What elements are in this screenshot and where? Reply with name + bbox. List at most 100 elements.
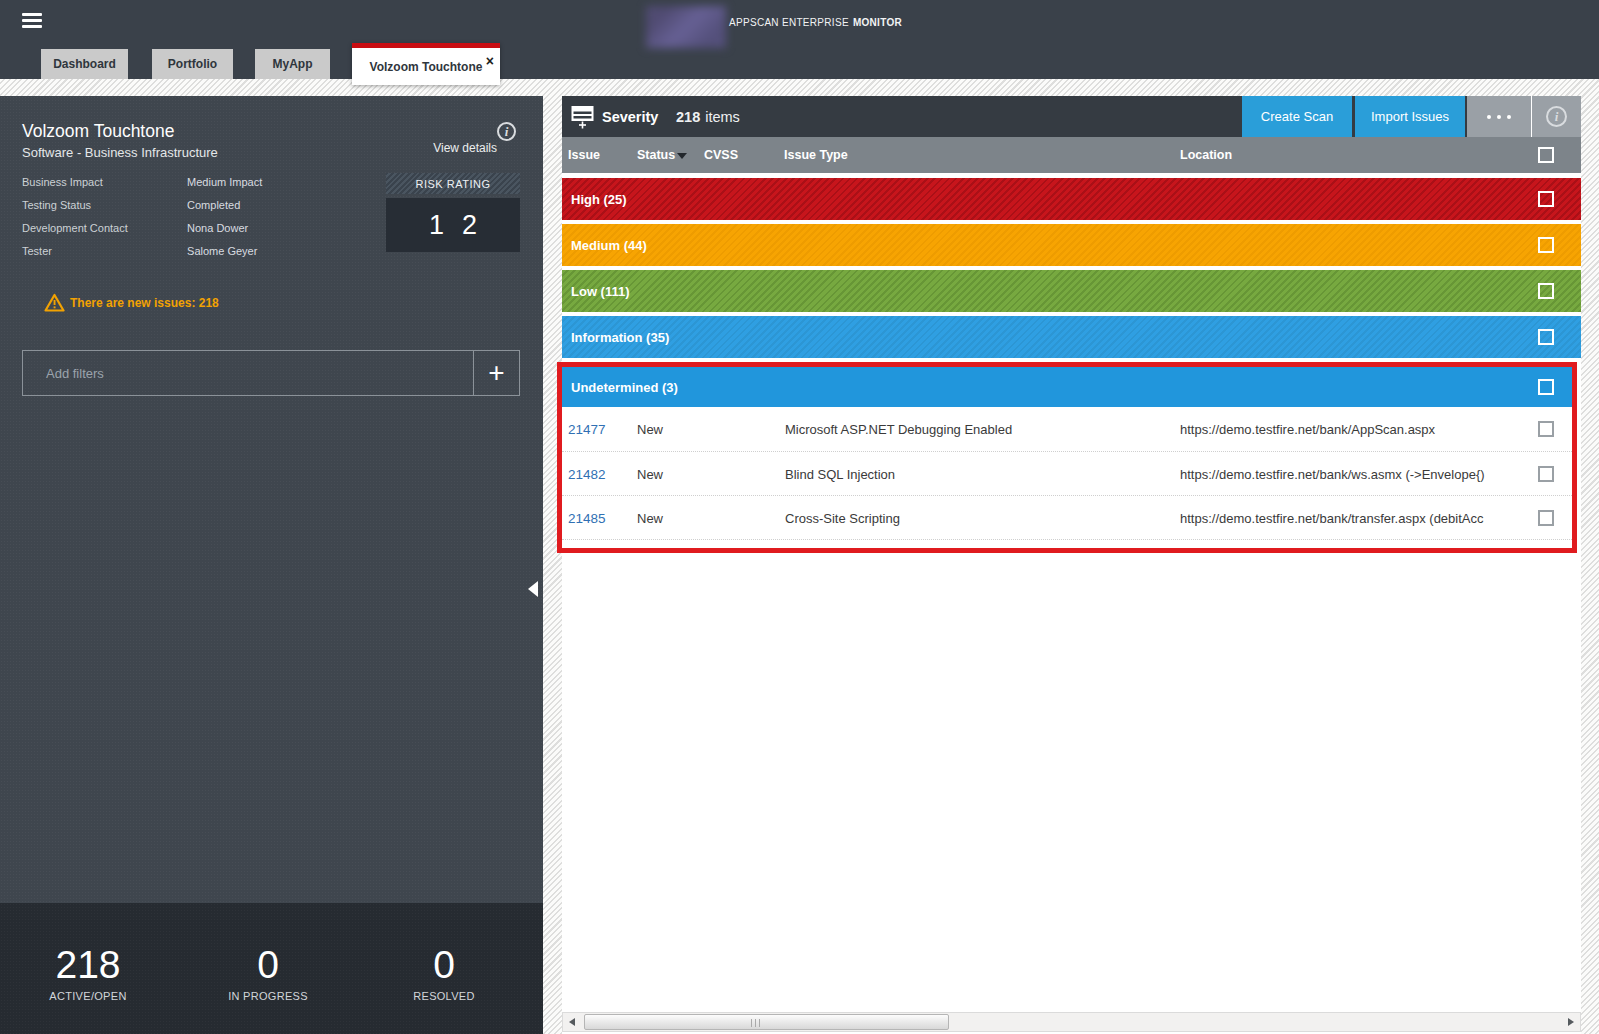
group-label: Low (111) [571,270,630,312]
severity-group-information[interactable]: Information (35) [562,316,1581,358]
issues-panel: Severity 218 items Create Scan Import Is… [562,96,1581,1034]
group-checkbox[interactable] [1538,191,1554,207]
field-row: Testing Status Completed [22,199,262,222]
issue-type: Cross-Site Scripting [785,496,900,540]
warning-text: There are new issues: 218 [70,296,219,310]
tab-volzoom-touchtone[interactable]: Volzoom Touchtone × [352,43,500,85]
issue-stats: 218 ACTIVE/OPEN 0 IN PROGRESS 0 RESOLVED [0,903,543,1034]
stat-resolved: 0 RESOLVED [359,945,529,1002]
issue-status: New [637,452,663,496]
group-checkbox[interactable] [1538,283,1554,299]
issue-id-link[interactable]: 21485 [568,496,606,540]
horizontal-scrollbar[interactable] [562,1012,1581,1032]
scrollbar-thumb[interactable] [584,1014,949,1030]
issues-toolbar: Severity 218 items Create Scan Import Is… [562,96,1581,137]
stat-label: IN PROGRESS [183,990,353,1002]
risk-value-2: 2 [462,210,477,241]
tab-myapp[interactable]: MyApp [255,49,330,79]
column-header-location[interactable]: Location [1180,137,1232,173]
column-header-status-label: Status [637,148,675,162]
tab-portfolio[interactable]: Portfolio [152,49,233,79]
group-label: Information (35) [571,316,669,358]
field-label: Business Impact [22,176,184,188]
warning-icon [44,293,65,312]
selected-group-outline: Undetermined (3) 21477 New Microsoft ASP… [557,362,1577,553]
items-count-number: 218 [676,109,700,125]
stat-active-open: 218 ACTIVE/OPEN [3,945,173,1002]
stat-value: 0 [183,945,353,985]
app-header: APPSCAN ENTERPRISE MONITOR Dashboard Por… [0,0,1599,79]
issue-checkbox[interactable] [1538,466,1554,482]
column-header-status[interactable]: Status [637,137,687,173]
issue-row[interactable]: 21477 New Microsoft ASP.NET Debugging En… [562,407,1572,451]
field-row: Development Contact Nona Dower [22,222,262,245]
issue-id-link[interactable]: 21482 [568,452,606,496]
create-scan-button[interactable]: Create Scan [1242,96,1352,137]
field-label: Testing Status [22,199,184,211]
app-title: APPSCAN ENTERPRISE MONITOR [729,0,902,45]
column-header-issue-type[interactable]: Issue Type [784,137,848,173]
items-count: 218 items [676,96,740,137]
issues-table-header: Issue Status CVSS Issue Type Location [562,137,1581,173]
column-header-issue[interactable]: Issue [568,137,600,173]
issue-row[interactable]: 21485 New Cross-Site Scripting https://d… [562,495,1572,539]
group-checkbox[interactable] [1538,379,1554,395]
active-tab-label: Volzoom Touchtone [370,60,483,74]
add-filters-input[interactable]: Add filters [23,351,473,395]
group-bottom-strip [562,539,1572,548]
severity-group-high[interactable]: High (25) [562,178,1581,220]
issue-checkbox[interactable] [1538,510,1554,526]
view-details-link[interactable]: View details [340,141,497,155]
field-value: Medium Impact [187,176,262,188]
more-actions-button[interactable] [1467,96,1531,137]
column-header-cvss[interactable]: CVSS [704,137,738,173]
new-issues-warning: There are new issues: 218 [44,293,219,312]
application-subtitle: Software - Business Infrastructure [22,145,218,160]
stat-label: ACTIVE/OPEN [3,990,173,1002]
tab-dashboard[interactable]: Dashboard [41,49,128,79]
collapse-panel-arrow[interactable] [528,581,538,597]
select-all-checkbox[interactable] [1538,147,1554,163]
items-count-suffix: items [705,109,740,125]
sort-desc-icon [677,153,687,159]
info-icon: i [1546,106,1567,127]
group-label: Medium (44) [571,224,647,266]
group-checkbox[interactable] [1538,237,1554,253]
issue-id-link[interactable]: 21477 [568,407,606,451]
issue-status: New [637,407,663,451]
group-by-label[interactable]: Severity [602,96,658,137]
stat-label: RESOLVED [359,990,529,1002]
issue-row[interactable]: 21482 New Blind SQL Injection https://de… [562,451,1572,495]
menu-icon[interactable] [22,13,42,28]
app-title-text: APPSCAN ENTERPRISE [729,17,849,28]
field-label: Development Contact [22,222,184,234]
application-fields: Business Impact Medium Impact Testing St… [22,176,262,268]
info-icon[interactable]: i [497,122,516,141]
tab-close-icon[interactable]: × [486,54,494,68]
risk-rating-value: 1 2 [386,198,520,252]
import-issues-button[interactable]: Import Issues [1355,96,1465,137]
scroll-right-arrow[interactable] [1568,1018,1574,1026]
scroll-left-arrow[interactable] [569,1018,575,1026]
issue-location: https://demo.testfire.net/bank/AppScan.a… [1180,407,1435,451]
stat-value: 218 [3,945,173,985]
panel-info-button[interactable]: i [1531,96,1581,137]
risk-rating-label: RISK RATING [386,173,520,194]
issue-status: New [637,496,663,540]
group-by-icon [570,103,595,130]
issue-checkbox[interactable] [1538,421,1554,437]
issue-location: https://demo.testfire.net/bank/transfer.… [1180,496,1484,540]
issue-location: https://demo.testfire.net/bank/ws.asmx (… [1180,452,1485,496]
stat-in-progress: 0 IN PROGRESS [183,945,353,1002]
risk-value-1: 1 [429,210,444,241]
app-title-bold: MONITOR [853,17,902,28]
scrollbar-grip [751,1019,761,1027]
field-value: Salome Geyer [187,245,257,257]
field-row: Tester Salome Geyer [22,245,262,268]
severity-group-low[interactable]: Low (111) [562,270,1581,312]
severity-group-undetermined[interactable]: Undetermined (3) [562,367,1572,407]
severity-group-medium[interactable]: Medium (44) [562,224,1581,266]
field-value: Nona Dower [187,222,248,234]
group-checkbox[interactable] [1538,329,1554,345]
add-filter-button[interactable]: + [473,351,519,395]
